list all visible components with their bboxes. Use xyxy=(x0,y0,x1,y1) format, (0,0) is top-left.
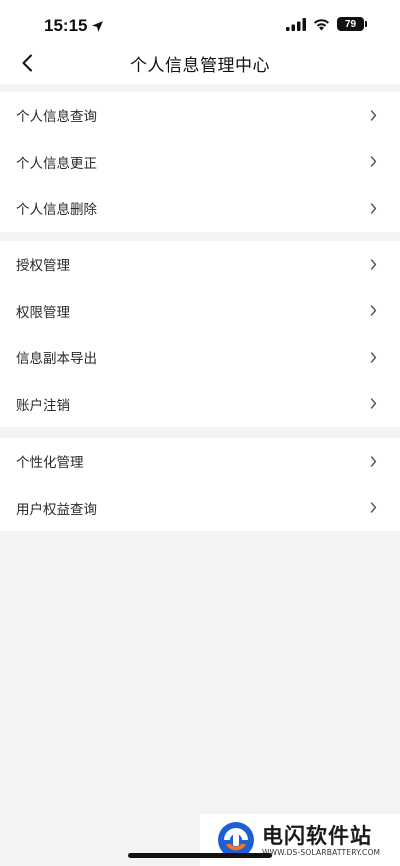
watermark: 电闪软件站 WWW.DS-SOLARBATTERY.COM xyxy=(200,814,400,866)
chevron-right-icon xyxy=(370,258,380,270)
chevron-right-icon xyxy=(370,156,380,168)
menu-item-label: 账户注销 xyxy=(16,397,70,414)
battery-icon: 79 xyxy=(337,17,367,31)
menu-item-personal-info-query[interactable]: 个人信息查询 xyxy=(0,92,400,139)
menu-item-personal-info-correct[interactable]: 个人信息更正 xyxy=(0,139,400,186)
menu-group-personal-info: 个人信息查询 个人信息更正 个人信息删除 xyxy=(0,92,400,232)
menu-group-personalization: 个性化管理 用户权益查询 xyxy=(0,438,400,531)
status-indicators: 79 xyxy=(286,17,367,31)
chevron-right-icon xyxy=(370,398,380,410)
menu-item-label: 权限管理 xyxy=(16,304,70,321)
cellular-signal-icon xyxy=(286,17,306,31)
watermark-text: 电闪软件站 WWW.DS-SOLARBATTERY.COM xyxy=(262,824,380,857)
menu-item-label: 个性化管理 xyxy=(16,455,84,472)
nav-bar: 个人信息管理中心 xyxy=(0,42,400,84)
battery-level: 79 xyxy=(344,18,357,30)
menu-item-label: 个人信息更正 xyxy=(16,155,97,172)
chevron-right-icon xyxy=(370,109,380,121)
watermark-title: 电闪软件站 xyxy=(262,823,372,848)
menu-item-permission-management[interactable]: 权限管理 xyxy=(0,288,400,335)
status-time-text: 15:15 xyxy=(44,16,88,35)
menu-item-label: 个人信息删除 xyxy=(16,202,97,219)
location-arrow-icon xyxy=(92,20,104,32)
page-title: 个人信息管理中心 xyxy=(130,56,270,76)
wifi-icon xyxy=(314,18,329,30)
menu-item-user-rights-query[interactable]: 用户权益查询 xyxy=(0,485,400,532)
menu-item-label: 信息副本导出 xyxy=(16,351,97,368)
menu-item-personal-info-delete[interactable]: 个人信息删除 xyxy=(0,185,400,232)
menu-item-info-copy-export[interactable]: 信息副本导出 xyxy=(0,334,400,381)
menu-item-authorization-management[interactable]: 授权管理 xyxy=(0,241,400,288)
chevron-right-icon xyxy=(370,455,380,467)
home-indicator[interactable] xyxy=(128,853,272,858)
watermark-url: WWW.DS-SOLARBATTERY.COM xyxy=(262,847,381,857)
menu-group-permissions: 授权管理 权限管理 信息副本导出 账户注销 xyxy=(0,241,400,427)
menu-item-label: 授权管理 xyxy=(16,258,70,275)
menu-item-personalization-management[interactable]: 个性化管理 xyxy=(0,438,400,485)
menu-item-account-deactivation[interactable]: 账户注销 xyxy=(0,381,400,428)
chevron-right-icon xyxy=(370,305,380,317)
status-time: 15:15 xyxy=(44,16,104,36)
chevron-right-icon xyxy=(370,202,380,214)
chevron-right-icon xyxy=(370,502,380,514)
menu-item-label: 用户权益查询 xyxy=(16,501,97,518)
chevron-right-icon xyxy=(370,351,380,363)
menu-item-label: 个人信息查询 xyxy=(16,109,97,126)
